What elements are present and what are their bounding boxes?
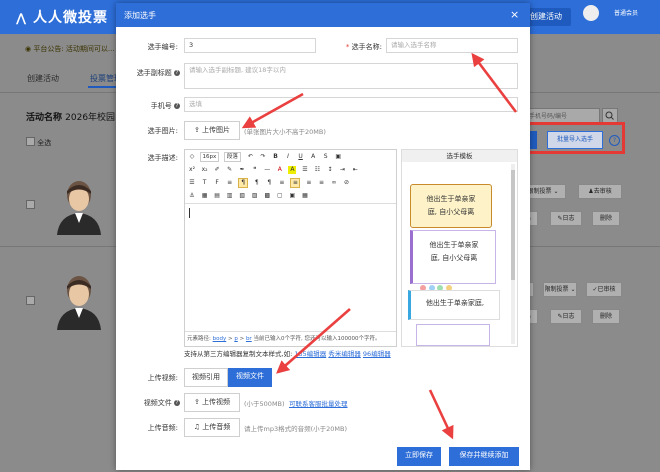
arrow-to-upload-image (241, 92, 304, 129)
arrow-to-video-file (276, 308, 351, 374)
arrow-to-name-field (471, 52, 518, 113)
annotation-arrows (241, 52, 518, 440)
arrow-to-save-continue (428, 389, 454, 440)
